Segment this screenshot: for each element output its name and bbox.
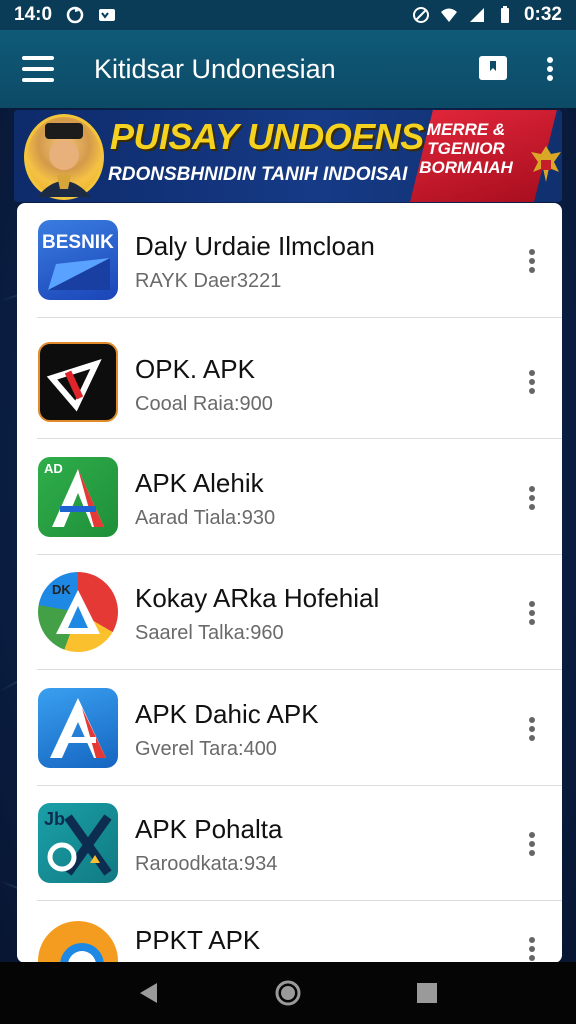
app-list: BESNIK Daly Urdaie Ilmcloan RAYK Daer322… [17, 203, 562, 963]
list-item-subtitle: Saarel Talka:960 [135, 622, 284, 644]
list-item-subtitle: Gverel Tara:400 [135, 738, 277, 760]
list-item[interactable]: BESNIK Daly Urdaie Ilmcloan RAYK Daer322… [17, 203, 562, 318]
battery-icon [500, 6, 509, 23]
list-item[interactable]: AD APK Alehik Aarad Tiala:930 [17, 440, 562, 555]
more-vert-icon[interactable] [528, 248, 536, 273]
more-vert-icon[interactable] [528, 369, 536, 394]
list-item-title: Daly Urdaie Ilmcloan [135, 231, 375, 261]
divider [37, 669, 562, 670]
notification-icon [99, 9, 116, 21]
list-item[interactable]: PPKT APK [17, 901, 562, 963]
more-vert-icon[interactable] [546, 56, 554, 82]
list-item-title: APK Dahic APK [135, 699, 319, 729]
back-icon[interactable] [129, 973, 169, 1013]
sync-icon [66, 6, 84, 24]
apk-alehik-icon: AD [38, 457, 118, 537]
wifi-icon [440, 8, 457, 22]
banner-subtitle: RDONSBHNIDIN TANIH INDOISAI [108, 164, 408, 185]
recents-icon[interactable] [407, 973, 447, 1013]
list-item-title: APK Pohalta [135, 814, 283, 844]
kokay-icon: DK [38, 572, 118, 652]
garuda-emblem-icon [531, 146, 561, 182]
status-clock: 0:32 [523, 4, 562, 25]
ppkt-icon [38, 921, 118, 963]
banner-portrait [24, 114, 104, 200]
besnik-icon: BESNIK [38, 220, 118, 300]
status-bar: 14:0 0:32 [0, 0, 576, 30]
signal-icon [469, 8, 484, 22]
system-nav-bar [0, 962, 576, 1024]
apk-pohalta-icon: Jb [38, 803, 118, 883]
list-item[interactable]: APK Dahic APK Gverel Tara:400 [17, 671, 562, 786]
bookmark-icon[interactable] [478, 55, 508, 83]
opk-icon [38, 342, 118, 422]
list-item-subtitle: RAYK Daer3221 [135, 270, 282, 292]
list-item-subtitle: Raroodkata:934 [135, 853, 278, 875]
divider [37, 317, 562, 318]
list-item[interactable]: Jb APK Pohalta Raroodkata:934 [17, 786, 562, 901]
app-bar: Kitidsar Undonesian [0, 30, 576, 108]
list-item-title: Kokay ARka Hofehial [135, 583, 380, 613]
list-item-title: PPKT APK [135, 925, 261, 955]
list-item-title: OPK. APK [135, 354, 255, 384]
promo-banner[interactable]: PUISAY UNDOENSIA RDONSBHNIDIN TANIH INDO… [14, 110, 562, 202]
more-vert-icon[interactable] [528, 716, 536, 741]
status-time: 14:0 [14, 4, 53, 25]
list-item-subtitle: Cooal Raia:900 [135, 393, 273, 415]
list-item[interactable]: DK Kokay ARka Hofehial Saarel Talka:960 [17, 555, 562, 670]
list-item-title: APK Alehik [135, 468, 264, 498]
more-vert-icon[interactable] [528, 485, 536, 510]
more-vert-icon[interactable] [528, 831, 536, 856]
apk-dahic-icon [38, 688, 118, 768]
divider [37, 438, 562, 439]
do-not-disturb-icon [412, 7, 429, 23]
menu-icon[interactable] [22, 56, 54, 82]
home-icon[interactable] [268, 973, 308, 1013]
banner-badge-text: MERRE & TGENIOR BORMAIAH [419, 120, 513, 177]
list-item-subtitle: Aarad Tiala:930 [135, 507, 276, 529]
more-vert-icon[interactable] [528, 600, 536, 625]
more-vert-icon[interactable] [528, 937, 536, 961]
banner-title: PUISAY UNDOENSIA [110, 116, 459, 157]
app-title: Kitidsar Undonesian [94, 53, 336, 84]
list-item[interactable]: OPK. APK Cooal Raia:900 [17, 324, 562, 439]
